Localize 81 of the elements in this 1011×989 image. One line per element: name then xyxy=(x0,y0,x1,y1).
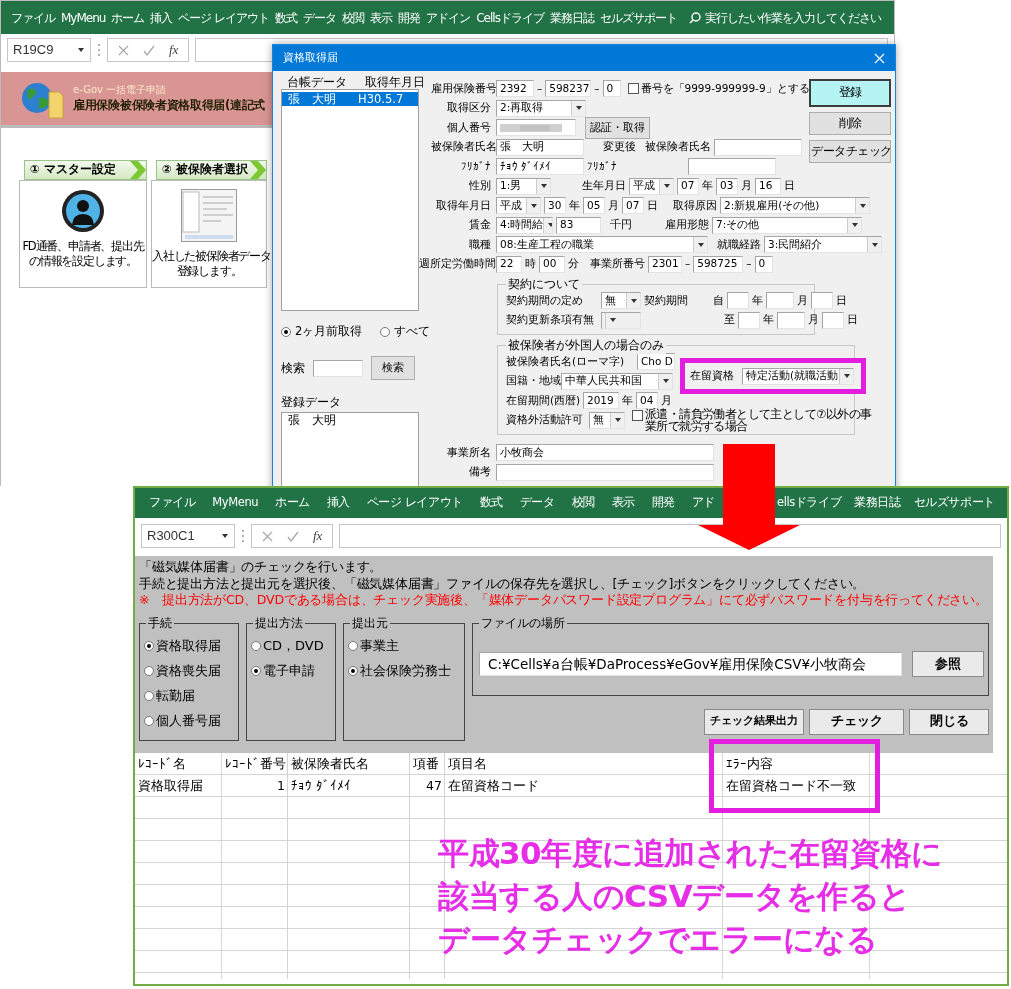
column-header: 取得年月日 xyxy=(365,75,425,89)
field-label: 被保険者氏名(ローマ字) xyxy=(506,353,626,369)
field-text: 契約期間 xyxy=(644,292,688,308)
field-label: 取得区分 xyxy=(446,100,492,116)
column-header: ﾚｺｰﾄﾞ名 xyxy=(137,755,187,773)
field-text: – xyxy=(685,256,691,272)
field-label: 資格外活動許可 xyxy=(506,412,584,428)
field-text: 被保険者氏名 xyxy=(645,139,711,155)
annotation-text: 平成30年度に追加された在留資格に 該当する人のCSVデータを作ると データチェックでエラーになる xyxy=(438,834,943,959)
table-cell-text: 資格取得届 xyxy=(137,777,204,795)
field-text: 日 xyxy=(847,312,858,328)
table-cell-text: 在留資格コード不一致 xyxy=(725,777,857,795)
field-text: 生年月日 xyxy=(582,178,626,194)
column-header: ﾚｺｰﾄﾞ番号 xyxy=(224,755,287,773)
list-cell: 張 大明 xyxy=(288,92,336,106)
field-label: 事業所名 xyxy=(446,444,492,460)
field-text: 年 xyxy=(763,312,774,328)
column-header: 項番 xyxy=(412,755,440,773)
table-cell-text: ﾁｮｳ ﾀﾞｲﾒｲ xyxy=(290,777,352,795)
table-cell-text: 在留資格コード xyxy=(447,777,540,795)
field-text: 日 xyxy=(647,197,658,213)
field-label: 取得年月日 xyxy=(435,197,492,213)
field-label: 職種 xyxy=(468,236,492,252)
field-text: 日 xyxy=(836,292,847,308)
field-label: 週所定労働時間 xyxy=(419,256,493,272)
field-text: 自 xyxy=(713,292,724,308)
field-text: – xyxy=(537,80,543,96)
field-label: 契約更新条項有無 xyxy=(506,312,595,328)
field-text: 月 xyxy=(608,197,619,213)
list-cell: H30.5.7 xyxy=(358,92,404,106)
step-description: FD通番、申請者、提出先 の情報を設定します。 xyxy=(21,239,146,269)
group-title: 被保険者が外国人の場合のみ xyxy=(506,337,666,355)
field-label: 個人番号 xyxy=(446,119,492,135)
field-text: 至 xyxy=(724,312,735,328)
instruction-text: ※ 提出方法がCD、DVDである場合は、チェック実施後、「媒体データパスワード設定プログラム」にて必ずパスワードを付与を行ってください。 xyxy=(139,592,989,609)
field-label: 在留資格 xyxy=(690,368,734,384)
field-text: 年 xyxy=(752,292,763,308)
group-title: 提出元 xyxy=(350,614,390,632)
step-title: ① マスター設定 xyxy=(30,161,116,179)
window-title: 資格取得届 xyxy=(283,49,338,66)
field-text: 変更後 xyxy=(603,139,636,155)
field-text: ﾌﾘｶﾞﾅ xyxy=(587,158,618,174)
table-cell-text: 47 xyxy=(425,777,443,795)
group-title: 提出方法 xyxy=(253,614,305,632)
step-title: ② 被保険者選択 xyxy=(162,161,248,179)
field-text: 月 xyxy=(661,392,672,408)
field-text: 年 xyxy=(702,178,713,194)
field-text: 月 xyxy=(741,178,752,194)
field-text: 日 xyxy=(784,178,795,194)
field-text: 年 xyxy=(569,197,580,213)
field-text: 月 xyxy=(808,312,819,328)
list-cell: 張 大明 xyxy=(288,412,336,427)
search-label: 検索 xyxy=(281,359,305,377)
column-header: 台帳データ xyxy=(287,75,347,89)
field-text: 年 xyxy=(622,392,633,408)
group-title: ファイルの場所 xyxy=(479,614,567,632)
field-text: – xyxy=(746,256,752,272)
group-title: 手続 xyxy=(146,614,174,632)
column-header: ｴﾗｰ内容 xyxy=(725,755,774,773)
field-text: 千円 xyxy=(610,217,632,233)
field-text: 月 xyxy=(797,292,808,308)
field-label: 賃金 xyxy=(468,217,492,233)
field-label: 備考 xyxy=(468,464,492,480)
instruction-text: 手続と提出方法と提出元を選択後、「磁気媒体届書」ファイルの保存先を選択し、[チェック]ボタンをクリックしてください。 xyxy=(139,575,867,592)
field-text: 就職経路 xyxy=(717,236,761,252)
field-text: 分 xyxy=(568,256,579,272)
field-label: ﾌﾘｶﾞﾅ xyxy=(460,158,492,174)
table-cell-text: 1 xyxy=(276,777,286,795)
field-text: 雇用形態 xyxy=(665,217,709,233)
field-text: 取得原因 xyxy=(673,197,717,213)
column-header: 項目名 xyxy=(447,755,488,773)
field-text: – xyxy=(594,80,600,96)
column-header: 被保険者氏名 xyxy=(290,755,370,773)
field-label: 契約期間の定め xyxy=(506,292,584,308)
field-label: 在留期間(西暦) xyxy=(506,392,580,408)
field-text: 時 xyxy=(525,256,536,272)
field-label: 性別 xyxy=(468,178,492,194)
instruction-text: 「磁気媒体届書」のチェックを行います。 xyxy=(139,559,384,576)
field-text: 事業所番号 xyxy=(590,256,645,272)
banner-title: 雇用保険被保険者資格取得届(連記式 xyxy=(73,97,266,115)
registered-label: 登録データ xyxy=(281,394,342,412)
